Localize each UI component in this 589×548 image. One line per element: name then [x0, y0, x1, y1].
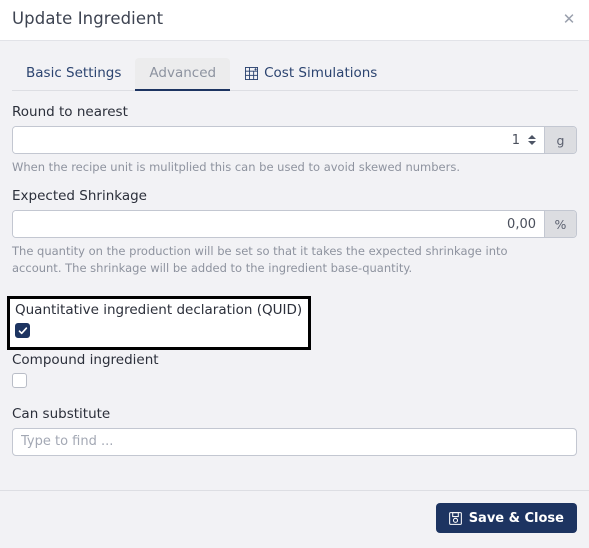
tab-advanced-label: Advanced	[149, 65, 217, 81]
save-and-close-button[interactable]: Save & Close	[435, 503, 577, 533]
round-to-nearest-group: g	[12, 126, 577, 154]
expected-shrinkage-group: %	[12, 210, 577, 239]
save-and-close-label: Save & Close	[468, 510, 564, 526]
expected-shrinkage-label: Expected Shrinkage	[12, 188, 147, 205]
tab-cost-simulations-label: Cost Simulations	[264, 65, 378, 81]
tab-bar: Basic Settings Advanced Cost Simulations	[0, 41, 589, 91]
tab-advanced[interactable]: Advanced	[135, 58, 231, 91]
can-substitute-label: Can substitute	[12, 405, 111, 422]
round-to-nearest-label: Round to nearest	[12, 104, 128, 120]
can-substitute-input[interactable]	[12, 427, 577, 456]
chevron-up-icon[interactable]	[528, 135, 536, 139]
tab-basic-settings-label: Basic Settings	[26, 65, 122, 81]
table-grid-icon	[244, 66, 258, 80]
tab-cost-simulations[interactable]: Cost Simulations	[230, 58, 391, 91]
dialog-footer: Save & Close	[0, 490, 589, 548]
round-to-nearest-help: When the recipe unit is mulitplied this …	[12, 160, 461, 174]
quid-checkbox[interactable]	[15, 323, 30, 338]
page-title: Update Ingredient	[12, 9, 164, 28]
compound-ingredient-checkbox[interactable]	[12, 372, 27, 388]
compound-ingredient-block: Compound ingredient	[12, 352, 577, 392]
quid-highlight-box: Quantitative ingredient declaration (QUI…	[7, 296, 311, 350]
round-to-nearest-stepper[interactable]	[524, 127, 544, 153]
quid-label: Quantitative ingredient declaration (QUI…	[15, 302, 303, 318]
dialog-header: Update Ingredient ✕	[0, 0, 589, 41]
expected-shrinkage-unit: %	[544, 211, 576, 238]
round-to-nearest-input[interactable]	[13, 127, 524, 153]
compound-ingredient-label: Compound ingredient	[12, 351, 159, 368]
floppy-save-icon	[448, 511, 462, 525]
form-body: Round to nearest g When the recipe unit …	[0, 104, 589, 456]
tab-basic-settings[interactable]: Basic Settings	[12, 58, 135, 91]
round-to-nearest-unit: g	[544, 127, 576, 153]
close-icon[interactable]: ✕	[559, 9, 579, 29]
chevron-down-icon[interactable]	[528, 141, 536, 145]
expected-shrinkage-input[interactable]	[13, 211, 544, 238]
expected-shrinkage-help: The quantity on the production will be s…	[12, 244, 508, 275]
